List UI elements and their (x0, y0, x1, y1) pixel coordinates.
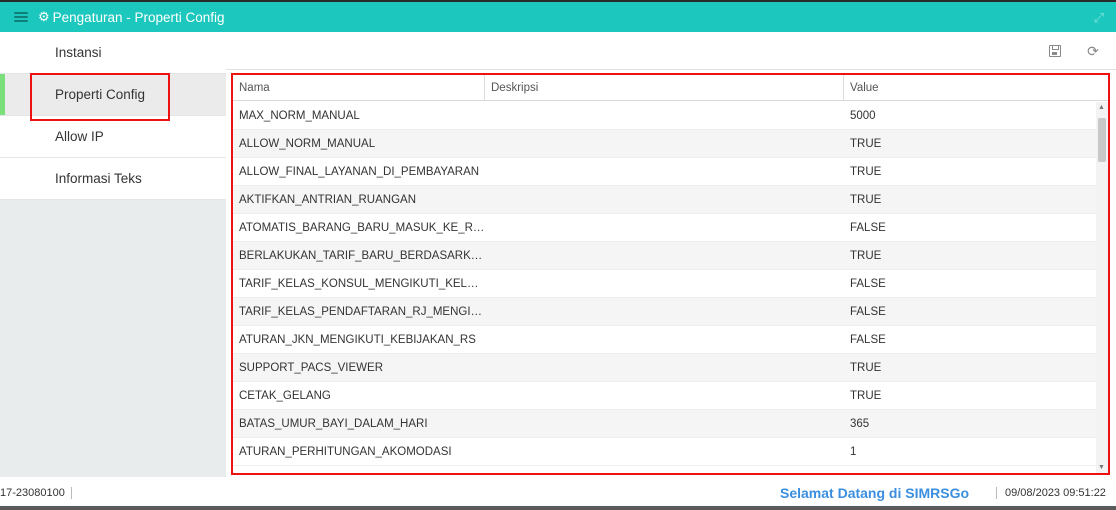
refresh-icon: ⟳ (1087, 42, 1099, 59)
cell-value: TRUE (850, 193, 882, 206)
save-icon (1049, 45, 1061, 57)
table-row[interactable]: ATURAN_JKN_MENGIKUTI_KEBIJAKAN_RS FALSE (233, 326, 1098, 354)
vertical-scrollbar[interactable]: ▲ ▼ (1096, 102, 1108, 473)
table-row[interactable]: ALLOW_NORM_MANUAL TRUE (233, 130, 1098, 158)
cell-nama: ATURAN_PERHITUNGAN_AKOMODASI (239, 445, 452, 458)
sidebar-item-label: Properti Config (55, 87, 146, 102)
sidebar-item-label: Informasi Teks (55, 171, 142, 186)
cell-value: TRUE (850, 249, 882, 262)
cell-value: TRUE (850, 389, 882, 402)
table-row[interactable]: BERLAKUKAN_TARIF_BARU_BERDASARKAN_... TRU… (233, 242, 1098, 270)
cell-value: TRUE (850, 137, 882, 150)
table-row[interactable]: TARIF_KELAS_PENDAFTARAN_RJ_MENGIKUTI... F… (233, 298, 1098, 326)
cell-value: 5000 (850, 109, 876, 122)
cell-nama: ALLOW_NORM_MANUAL (239, 137, 376, 150)
cell-value: 365 (850, 417, 870, 430)
sidebar-item-label: Instansi (55, 45, 102, 60)
cell-nama: BERLAKUKAN_TARIF_BARU_BERDASARKAN_... (239, 249, 485, 262)
cell-nama: ATURAN_JKN_MENGIKUTI_KEBIJAKAN_RS (239, 333, 476, 346)
toolbar: ⟳ (226, 32, 1116, 70)
table-row[interactable]: ATOMATIS_BARANG_BARU_MASUK_KE_RUA... FALS… (233, 214, 1098, 242)
sidebar: Instansi Properti Config Allow IP Inform… (0, 32, 226, 200)
config-table: Nama Deskripsi Value MAX_NORM_MANUAL 5000… (231, 73, 1110, 475)
table-row[interactable]: ATURAN_PERHITUNGAN_AKOMODASI 1 (233, 438, 1098, 466)
datetime-text: 09/08/2023 09:51:22 (996, 487, 1106, 499)
table-row[interactable]: ALLOW_FINAL_LAYANAN_DI_PEMBAYARAN TRUE (233, 158, 1098, 186)
cell-nama: TARIF_KELAS_KONSUL_MENGIKUTI_KELAS_R... (239, 277, 485, 290)
scroll-up-icon[interactable]: ▲ (1098, 104, 1105, 111)
cell-value: TRUE (850, 165, 882, 178)
cell-nama: CETAK_GELANG (239, 389, 331, 402)
sidebar-item-allow-ip[interactable]: Allow IP (0, 116, 226, 158)
window-title: Pengaturan - Properti Config (52, 9, 225, 25)
table-row[interactable]: BATAS_UMUR_BAYI_DALAM_HARI 365 (233, 410, 1098, 438)
hamburger-icon[interactable] (14, 12, 28, 22)
table-row[interactable]: CETAK_GELANG TRUE (233, 382, 1098, 410)
welcome-text: Selamat Datang di SIMRSGo (780, 485, 970, 501)
cell-nama: SUPPORT_PACS_VIEWER (239, 361, 384, 374)
table-row[interactable]: AKTIFKAN_ANTRIAN_RUANGAN TRUE (233, 186, 1098, 214)
column-header-deskripsi[interactable]: Deskripsi (485, 75, 844, 100)
cell-nama: ATOMATIS_BARANG_BARU_MASUK_KE_RUA... (239, 221, 485, 234)
version-text: 17-23080100 (0, 487, 72, 499)
column-header-value[interactable]: Value (844, 75, 1108, 100)
column-header-nama[interactable]: Nama (233, 75, 485, 100)
sidebar-item-properti-config[interactable]: Properti Config (0, 74, 226, 116)
status-bar: 17-23080100 Selamat Datang di SIMRSGo 09… (0, 481, 1116, 507)
table-row[interactable]: SUPPORT_PACS_VIEWER TRUE (233, 354, 1098, 382)
cell-value: 1 (850, 445, 857, 458)
gear-icon: ⚙ (38, 9, 50, 24)
cell-nama: MAX_NORM_MANUAL (239, 109, 360, 122)
table-row[interactable]: MAX_NORM_MANUAL 5000 (233, 102, 1098, 130)
expand-icon[interactable]: ⤢ (1094, 10, 1104, 26)
scroll-down-icon[interactable]: ▼ (1098, 464, 1105, 471)
title-bar: ⚙ Pengaturan - Properti Config ⤢ (0, 0, 1116, 32)
cell-value: TRUE (850, 361, 882, 374)
cell-value: FALSE (850, 333, 886, 346)
table-body: MAX_NORM_MANUAL 5000 ALLOW_NORM_MANUAL TRUE… (233, 102, 1098, 466)
sidebar-item-label: Allow IP (55, 129, 104, 144)
cell-value: FALSE (850, 277, 886, 290)
table-row[interactable]: TARIF_KELAS_KONSUL_MENGIKUTI_KELAS_R... F… (233, 270, 1098, 298)
cell-nama: TARIF_KELAS_PENDAFTARAN_RJ_MENGIKUTI... (239, 305, 485, 318)
cell-value: FALSE (850, 221, 886, 234)
scrollbar-thumb[interactable] (1098, 118, 1106, 162)
table-header: Nama Deskripsi Value (233, 75, 1108, 101)
save-button[interactable] (1046, 42, 1064, 60)
cell-value: FALSE (850, 305, 886, 318)
refresh-button[interactable]: ⟳ (1084, 42, 1102, 60)
cell-nama: BATAS_UMUR_BAYI_DALAM_HARI (239, 417, 428, 430)
window-bottom-edge (0, 506, 1116, 510)
cell-nama: AKTIFKAN_ANTRIAN_RUANGAN (239, 193, 417, 206)
sidebar-item-informasi-teks[interactable]: Informasi Teks (0, 158, 226, 200)
sidebar-item-instansi[interactable]: Instansi (0, 32, 226, 74)
cell-nama: ALLOW_FINAL_LAYANAN_DI_PEMBAYARAN (239, 165, 480, 178)
